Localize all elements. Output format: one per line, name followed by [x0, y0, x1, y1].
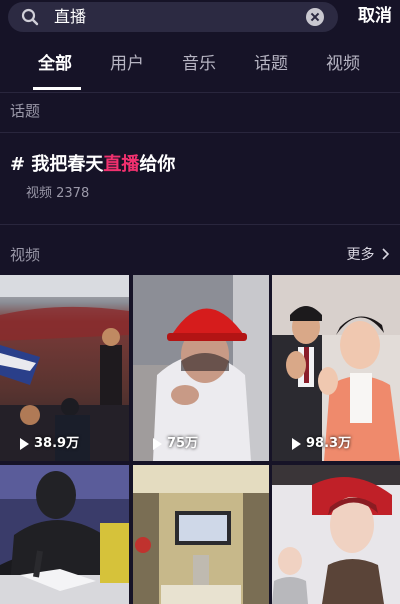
- video-tile[interactable]: 38.9万: [0, 275, 129, 461]
- tab-bar: 全部 用户 音乐 话题 视频: [0, 44, 400, 92]
- topic-prefix: # 我把春天: [10, 154, 104, 175]
- topic-highlight: 直播: [103, 154, 140, 175]
- divider: [0, 132, 400, 133]
- topic-suffix: 给你: [139, 154, 176, 175]
- video-tile[interactable]: [272, 465, 400, 604]
- more-videos-link[interactable]: 更多: [347, 244, 390, 264]
- video-tile[interactable]: 75万: [133, 275, 269, 461]
- video-thumbnail: [133, 465, 269, 604]
- divider: [0, 92, 400, 93]
- topic-item[interactable]: # 我把春天直播给你: [10, 150, 175, 176]
- divider: [0, 224, 400, 225]
- video-thumbnail: [133, 275, 269, 461]
- active-tab-indicator: [33, 87, 81, 90]
- play-count: 38.9万: [34, 436, 80, 451]
- play-icon: [153, 438, 162, 450]
- video-tile[interactable]: 98.3万: [272, 275, 400, 461]
- video-grid: 38.9万 75万 98.3万: [0, 275, 400, 604]
- tab-music[interactable]: 音乐: [182, 52, 216, 76]
- cancel-button[interactable]: 取消: [358, 4, 392, 28]
- tab-topics[interactable]: 话题: [254, 52, 288, 76]
- search-input[interactable]: 直播: [54, 6, 304, 28]
- search-bar: 直播 取消: [0, 0, 400, 36]
- chevron-right-icon: [382, 248, 390, 260]
- tab-videos[interactable]: 视频: [326, 52, 360, 76]
- more-label: 更多: [346, 247, 375, 263]
- play-icon: [20, 438, 29, 450]
- video-tile[interactable]: [133, 465, 269, 604]
- tab-users[interactable]: 用户: [110, 52, 144, 76]
- video-tile[interactable]: [0, 465, 129, 604]
- video-thumbnail: [0, 465, 129, 604]
- search-icon: [21, 8, 39, 26]
- topics-section-label: 话题: [10, 102, 41, 120]
- videos-section-label: 视频: [10, 246, 41, 264]
- play-count: 98.3万: [306, 436, 352, 451]
- video-thumbnail: [272, 465, 400, 604]
- play-count: 75万: [167, 436, 199, 451]
- play-icon: [292, 438, 301, 450]
- tab-all[interactable]: 全部: [38, 52, 72, 76]
- topic-video-count: 视频 2378: [26, 186, 90, 201]
- clear-icon[interactable]: [306, 8, 324, 26]
- search-box[interactable]: 直播: [8, 2, 338, 32]
